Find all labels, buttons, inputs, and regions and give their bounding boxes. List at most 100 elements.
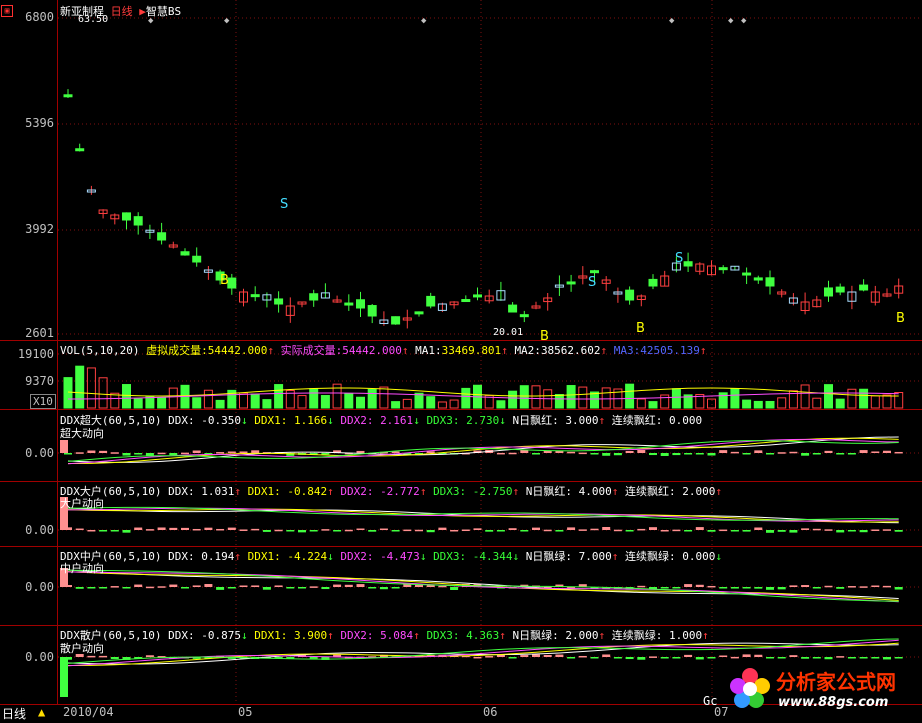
candle-body (157, 232, 167, 241)
volume-bar (274, 384, 284, 409)
ddx-bar (227, 527, 236, 530)
ddx-bar (801, 657, 810, 659)
ddx-bar (134, 584, 143, 587)
ddx-bar (847, 530, 856, 532)
ddx-bar (239, 451, 248, 453)
ddx-bar (766, 587, 774, 590)
volume-bar (437, 401, 447, 409)
ddx-bar (742, 530, 751, 532)
ddx-bar (766, 453, 774, 455)
ddx-bar (368, 587, 377, 589)
ddx-bar (894, 451, 903, 454)
ddx-bar (613, 453, 622, 456)
ddx-bar (730, 530, 739, 532)
ddx-bar (672, 529, 681, 532)
separator (0, 546, 922, 547)
volume-bar (824, 384, 833, 409)
ddx-bar (75, 587, 84, 589)
candle-body (122, 212, 131, 221)
panel1-n: N日飘红: 3.000 (512, 414, 599, 427)
volume-bar (648, 401, 658, 409)
buy-signal: B (220, 273, 229, 288)
candle-body (590, 270, 599, 274)
ddx-bar (707, 657, 716, 659)
volume-bar (192, 397, 202, 409)
ddx-bar (567, 451, 576, 454)
volume-bar (86, 367, 96, 409)
indicator-triangle-icon: ▶ (139, 5, 146, 18)
ddx-bar (754, 654, 763, 657)
ddx-bar (836, 587, 845, 589)
price-level-3: 3992 (25, 222, 54, 236)
ddx-bar (672, 657, 681, 659)
up-triangle-icon[interactable]: ▲ (38, 705, 45, 719)
marker-diamond: ◆ (669, 16, 675, 26)
ddx-bar (695, 527, 704, 530)
ddx-bar (532, 654, 540, 657)
ddx-bar (216, 452, 225, 454)
stock-chart-window[interactable]: B B B B S S S ◆ ◆ ◆ ◆ ◆ ◆ ▣ 新亚制程 日线 ▶智慧BS 63.50 20.0… (0, 0, 922, 723)
ddx-bar (157, 586, 166, 588)
ddx-bar (274, 585, 283, 587)
volume-bar (859, 388, 869, 409)
ddx-bar (251, 450, 260, 453)
ddx-bar (192, 528, 201, 531)
ddx-bar (520, 530, 529, 532)
vol-level-1: 19100 (17, 347, 54, 361)
panel3-ddx2: DDX2: -4.473 (340, 550, 420, 563)
panel1-cont: 连续飘红: 0.000 (611, 414, 703, 427)
ddx-bar (344, 529, 353, 532)
panel4-header: DDX散户(60,5,10) DDX: -0.875↓ DDX1: 3.900↑… (60, 629, 709, 642)
volume-bar (367, 388, 377, 409)
panel3-ddx1: DDX1: -4.224 (247, 550, 328, 563)
ddx-bar (847, 657, 856, 659)
separator (0, 481, 922, 482)
ddx-bar (649, 656, 657, 658)
ddx-bar (684, 530, 693, 532)
ddx-bar (578, 655, 587, 658)
indicator-name[interactable]: 智慧BS (146, 5, 181, 18)
ddx-bar (145, 655, 154, 657)
ddx-bar (695, 453, 704, 455)
ddx-bar (777, 452, 786, 454)
ddx-bar (836, 656, 845, 658)
ddx-bar (801, 585, 810, 587)
volume-bar (777, 397, 787, 409)
ddx-bar (356, 450, 365, 453)
ddx-bar (824, 657, 833, 660)
ddx-bar (859, 586, 868, 588)
marker-diamond: ◆ (728, 16, 734, 26)
volume-bar (800, 384, 810, 409)
chart-canvas[interactable]: BBBBSSS◆ ◆ ◆ ◆ ◆◆ (0, 0, 922, 722)
vol-actual-value: 54442.000 (342, 344, 402, 357)
ddx-bar (508, 528, 517, 530)
ddx-bar (438, 585, 447, 588)
period-button[interactable]: 日线 (2, 705, 26, 722)
ddx-bar (766, 657, 774, 659)
panel4-sub: 散户动向 (60, 642, 104, 655)
flower-logo-icon (730, 668, 770, 708)
candle-body (309, 293, 319, 301)
candle-body (519, 314, 529, 318)
period-label[interactable]: 日线 (111, 5, 133, 18)
panel4-ddx: DDX: -0.875 (168, 629, 241, 642)
ddx-bar (239, 529, 248, 531)
vol-ma3-value: 42505.139 (640, 344, 700, 357)
sell-signal: S (675, 251, 683, 266)
ddx-bar (543, 654, 552, 657)
marker-diamond: ◆ (421, 16, 427, 26)
volume-bar (765, 400, 775, 409)
ddx-bar (824, 529, 833, 531)
volume-bar (75, 365, 85, 409)
candle-body (718, 267, 728, 271)
candle-body (192, 255, 202, 263)
ddx-bar (321, 587, 330, 590)
volume-bar (566, 385, 576, 409)
volume-bar (730, 388, 740, 409)
ddx-bar (719, 450, 728, 453)
ddx-bar (801, 528, 810, 530)
panel1-header: DDX超大(60,5,10) DDX: -0.350↓ DDX1: 1.166↓… (60, 414, 703, 427)
price-level-4: 2601 (25, 326, 54, 340)
ddx-bar (567, 657, 576, 659)
volume-bar (835, 398, 845, 409)
